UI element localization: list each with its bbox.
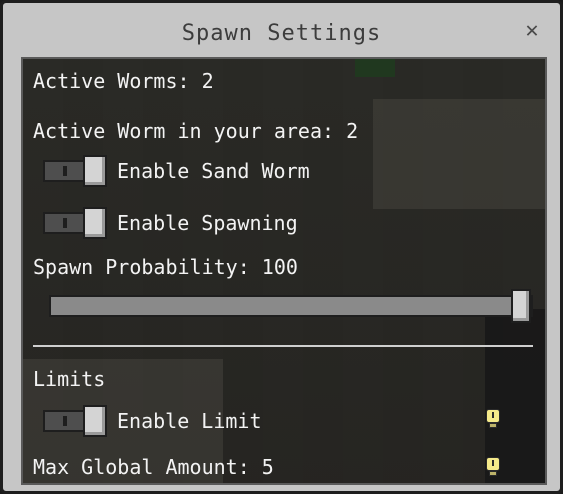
- active-worms-count: Active Worms: 2: [33, 69, 214, 93]
- limits-heading: Limits: [33, 367, 106, 391]
- slider-fill: [51, 297, 521, 315]
- background-block: [373, 99, 545, 209]
- background-foliage: [355, 59, 395, 77]
- close-icon[interactable]: ✕: [520, 19, 544, 43]
- slider-thumb[interactable]: [511, 289, 531, 323]
- max-global-amount: Max Global Amount: 5: [33, 455, 274, 479]
- toggle-knob: [83, 207, 107, 239]
- title-bar: Spawn Settings ✕: [11, 9, 552, 57]
- info-lightbulb-icon[interactable]: [485, 409, 501, 429]
- enable-limit-label: Enable Limit: [117, 409, 262, 433]
- toggle-row-spawning: Enable Spawning: [43, 207, 298, 239]
- toggle-row-sand-worm: Enable Sand Worm: [43, 155, 310, 187]
- spawn-settings-dialog: Spawn Settings ✕ Active Worms: 2 Active …: [0, 0, 563, 494]
- spawn-probability-label: Spawn Probability: 100: [33, 255, 298, 279]
- section-divider: [33, 345, 533, 347]
- info-lightbulb-icon[interactable]: [485, 457, 501, 477]
- active-worm-area-count: Active Worm in your area: 2: [33, 119, 359, 143]
- enable-spawning-toggle[interactable]: [43, 207, 107, 239]
- enable-spawning-label: Enable Spawning: [117, 211, 298, 235]
- toggle-row-limit: Enable Limit: [43, 405, 262, 437]
- enable-sand-worm-toggle[interactable]: [43, 155, 107, 187]
- enable-limit-toggle[interactable]: [43, 405, 107, 437]
- dialog-title: Spawn Settings: [181, 20, 382, 46]
- settings-panel: Active Worms: 2 Active Worm in your area…: [21, 57, 547, 485]
- toggle-knob: [83, 155, 107, 187]
- enable-sand-worm-label: Enable Sand Worm: [117, 159, 310, 183]
- toggle-knob: [83, 405, 107, 437]
- spawn-probability-slider[interactable]: [49, 289, 533, 323]
